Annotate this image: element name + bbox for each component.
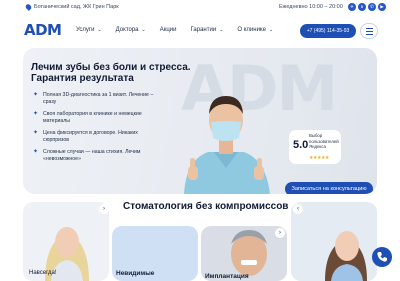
social-links: ✈ в ✆ ▶ — [348, 3, 386, 11]
logo[interactable]: ADM — [24, 21, 62, 39]
telegram-icon[interactable]: ✈ — [348, 3, 356, 11]
rating-card[interactable]: 5.0 Выбор пользователей Яндекса ★★★★★ — [289, 130, 341, 164]
chevron-down-icon: ⌄ — [97, 27, 102, 33]
chevron-right-icon[interactable]: › — [275, 228, 285, 238]
chevron-down-icon: ⌄ — [219, 27, 224, 33]
benefit-item: ✦ Своя лаборатория в клинике и немецкие … — [33, 111, 163, 124]
card-label: Навсегда! — [29, 270, 57, 276]
service-card[interactable]: ‹ — [291, 202, 377, 281]
hero-title: Лечим зубы без боли и стресса. Гарантия … — [31, 62, 191, 84]
chevron-left-icon[interactable]: ‹ — [293, 204, 303, 214]
benefit-item: ✦ Сложные случаи — наша стихия. Лечим «н… — [33, 149, 163, 162]
rating-stars-icon: ★★★★★ — [309, 155, 329, 161]
nav-item-label: Акции — [159, 27, 177, 33]
rating-text: Выбор пользователей Яндекса — [309, 133, 339, 149]
hero-banner: ADM Лечим зубы без боли и стресса. Гаран… — [23, 48, 377, 194]
phone-button[interactable]: +7 (495) 114-35-93 — [300, 24, 356, 38]
nav-item-promotions[interactable]: Акции — [160, 27, 177, 33]
top-bar: Ботанический сад, ЖК Грин Парк Ежедневно… — [0, 0, 400, 16]
phone-icon — [377, 252, 387, 262]
nav-item-doctors[interactable]: Доктора ⌄ — [116, 27, 146, 33]
rutube-icon[interactable]: ▶ — [378, 3, 386, 11]
vk-icon[interactable]: в — [358, 3, 366, 11]
benefits-list: ✦ Полная 3D-диагностика за 1 визит. Лече… — [33, 92, 163, 168]
doctor-image — [184, 96, 270, 194]
benefit-text: Своя лаборатория в клинике и немецкие ма… — [43, 111, 142, 124]
menu: Услуги ⌄ Доктора ⌄ Акции Гарантии ⌄ О кл… — [76, 27, 287, 33]
nav-item-label: Услуги — [76, 27, 95, 33]
working-hours: Ежедневно 10:00 – 20:00 — [279, 4, 343, 10]
nav-item-label: Доктора — [115, 27, 139, 33]
nav-item-label: О клинике — [237, 27, 266, 33]
benefit-item: ✦ Цена фиксируется в договоре. Никаких с… — [33, 130, 163, 143]
chat-button[interactable] — [372, 247, 392, 267]
card-label: Имплантация — [205, 273, 249, 280]
service-card[interactable]: › Имплантация — [201, 226, 287, 281]
whatsapp-icon[interactable]: ✆ — [368, 3, 376, 11]
menu-icon[interactable] — [360, 23, 378, 39]
benefit-item: ✦ Полная 3D-диагностика за 1 визит. Лече… — [33, 92, 163, 105]
sparkle-icon: ✦ — [33, 130, 39, 136]
benefit-text: Цена фиксируется в договоре. Никаких сюр… — [43, 130, 138, 143]
service-card[interactable]: Невидимые — [112, 226, 198, 281]
chevron-down-icon: ⌄ — [141, 27, 146, 33]
nav-item-about[interactable]: О клинике ⌄ — [237, 27, 273, 33]
consultation-button[interactable]: Записаться на консультацию — [285, 182, 373, 194]
benefit-text: Полная 3D-диагностика за 1 визит. Лечени… — [43, 92, 154, 105]
address[interactable]: Ботанический сад, ЖК Грин Парк — [24, 3, 119, 11]
sparkle-icon: ✦ — [33, 92, 39, 98]
service-card[interactable]: › Навсегда! — [23, 202, 109, 281]
address-text: Ботанический сад, ЖК Грин Парк — [34, 4, 119, 10]
nav-item-label: Гарантии — [190, 27, 217, 33]
main-nav: ADM Услуги ⌄ Доктора ⌄ Акции Гарантии ⌄ … — [0, 18, 400, 42]
nav-item-services[interactable]: Услуги ⌄ — [76, 27, 102, 33]
sparkle-icon: ✦ — [33, 149, 39, 155]
service-cards: › Навсегда! Невидимые › Имплантация ‹ — [23, 202, 377, 281]
chevron-down-icon: ⌄ — [268, 27, 274, 33]
benefit-text: Сложные случаи — наша стихия. Лечим «нев… — [43, 149, 141, 162]
location-pin-icon — [24, 3, 33, 11]
card-label: Невидимые — [116, 270, 155, 277]
chevron-right-icon[interactable]: › — [99, 204, 109, 214]
nav-item-guarantees[interactable]: Гарантии ⌄ — [191, 27, 224, 33]
rating-value: 5.0 — [293, 139, 309, 151]
sparkle-icon: ✦ — [33, 111, 39, 117]
dental-patient-image — [325, 231, 367, 281]
